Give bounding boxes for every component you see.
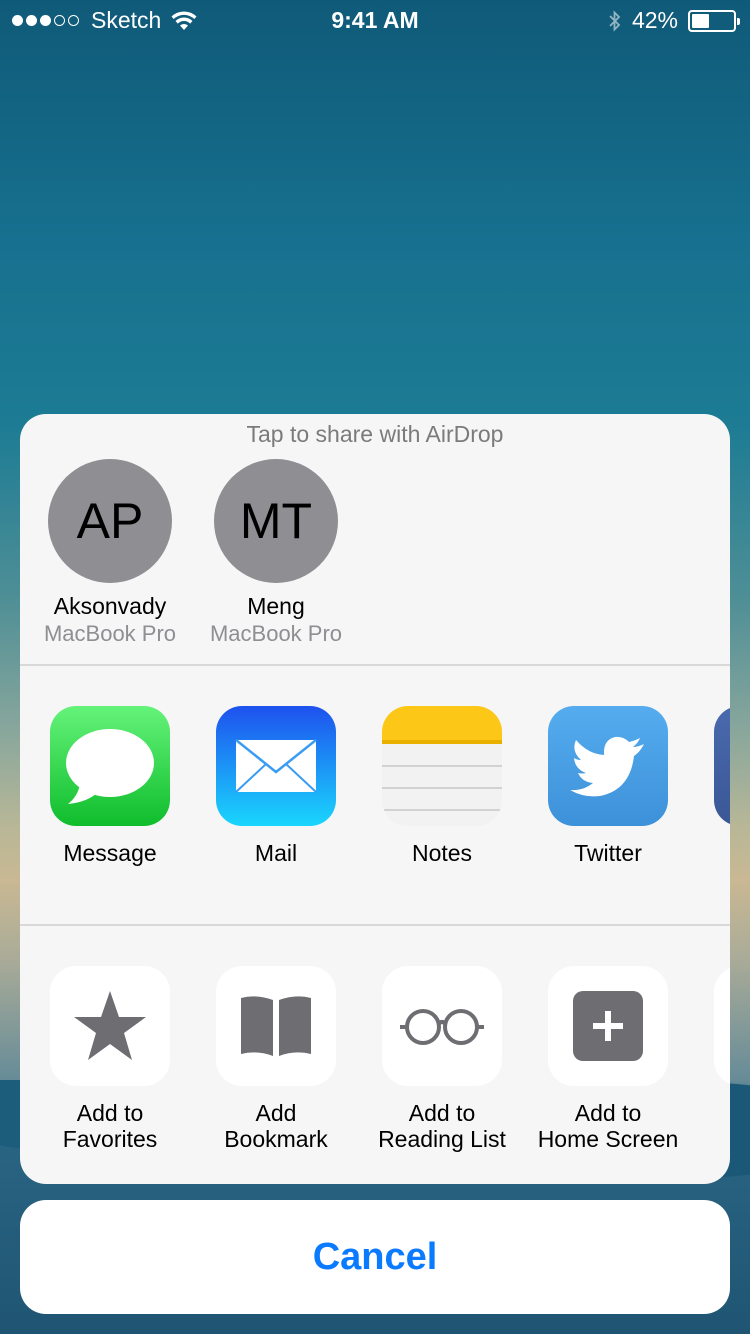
share-sheet: Tap to share with AirDrop AP Aksonvady M… [20,414,730,1184]
app-label: Twitter [574,840,642,866]
facebook-icon [714,706,730,826]
status-bar: Sketch 9:41 AM 42% [0,0,750,40]
cancel-button[interactable]: Cancel [20,1200,730,1314]
twitter-icon [548,706,668,826]
app-label: Message [63,840,157,866]
share-app-mail[interactable]: Mail [193,706,359,866]
airdrop-title: Tap to share with AirDrop [246,421,504,447]
person-device: MacBook Pro [209,621,343,646]
action-label: Add to Favorites [27,1100,193,1152]
action-label-line2: Favorites [62,1126,158,1152]
action-add-to-favorites[interactable]: Add to Favorites [27,966,193,1152]
plus-icon [548,966,668,1086]
action-add-bookmark[interactable]: Add Bookmark [193,966,359,1152]
bluetooth-icon [609,9,621,32]
action-label-line2: Home Screen [537,1126,679,1152]
person-name: Aksonvady [53,593,167,619]
section-divider [20,924,730,926]
action-label-line2: Reading List [378,1126,506,1152]
battery-icon [688,9,740,32]
glasses-icon [382,966,502,1086]
share-app-notes[interactable]: Notes [359,706,525,866]
more-actions-icon [714,966,730,1086]
avatar: AP [48,459,172,583]
airdrop-person-aksonvady[interactable]: AP Aksonvady MacBook Pro [27,459,193,647]
share-app-message[interactable]: Message [27,706,193,866]
section-divider [20,664,730,666]
battery-group: 42% [608,7,740,34]
action-label: Add to Reading List [359,1100,525,1152]
action-more[interactable] [691,966,730,1086]
share-app-facebook[interactable]: F [691,706,730,866]
app-label: Notes [411,840,473,866]
action-label-line1: Add [255,1100,297,1126]
notes-icon [382,706,502,826]
battery-level [692,13,709,28]
share-app-twitter[interactable]: Twitter [525,706,691,866]
airdrop-person-meng[interactable]: MT Meng MacBook Pro [193,459,359,647]
mail-icon [216,706,336,826]
action-label: Add Bookmark [193,1100,359,1152]
app-label: Mail [254,840,298,866]
action-label: Add to Home Screen [525,1100,691,1152]
action-label-line1: Add to [574,1100,642,1126]
battery-percent: 42% [631,7,678,33]
action-label-line1: Add to [76,1100,144,1126]
person-device: MacBook Pro [43,621,177,646]
book-icon [216,966,336,1086]
action-add-to-home-screen[interactable]: Add to Home Screen [525,966,691,1152]
person-name: Meng [247,593,305,619]
action-label-line2: Bookmark [224,1126,328,1152]
star-icon [50,966,170,1086]
message-icon [50,706,170,826]
avatar: MT [214,459,338,583]
app-label: F [691,840,730,866]
action-add-to-reading-list[interactable]: Add to Reading List [359,966,525,1152]
action-label-line1: Add to [408,1100,476,1126]
